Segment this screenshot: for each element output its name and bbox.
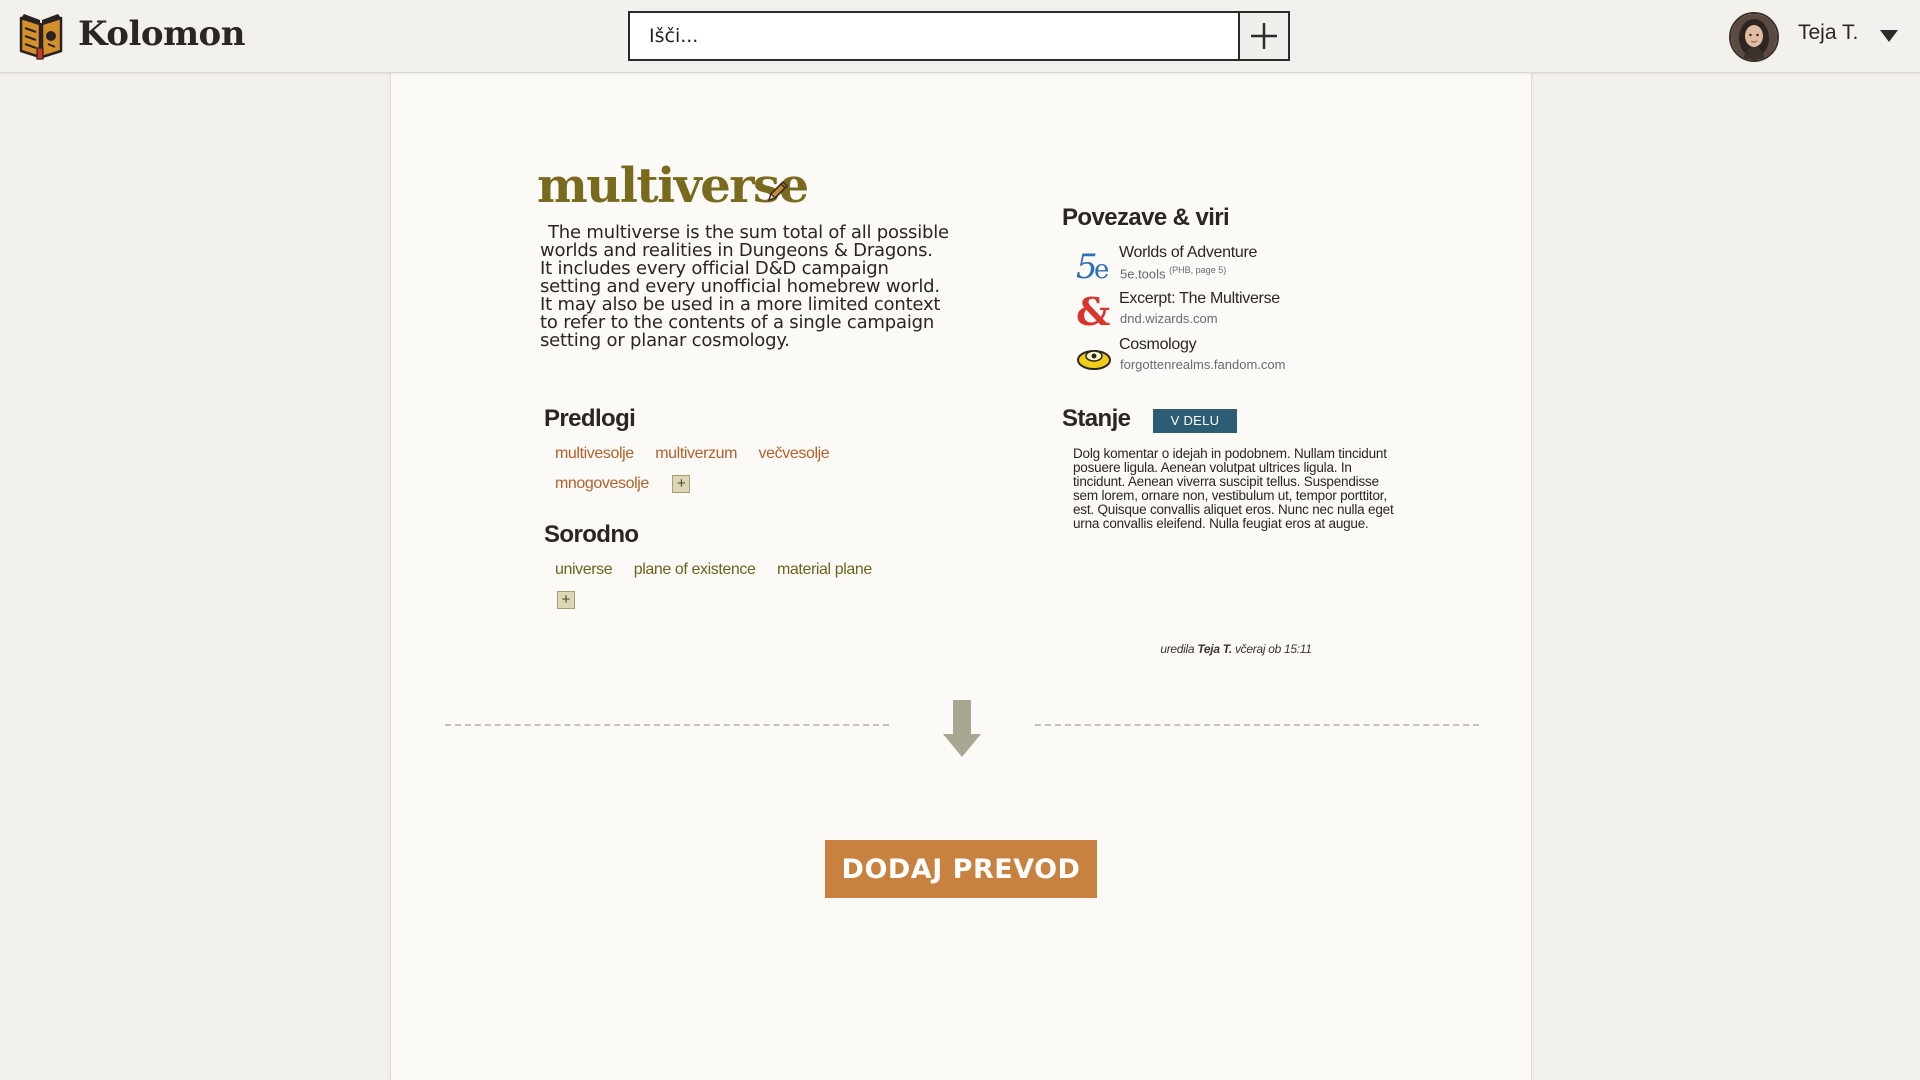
plus-icon xyxy=(1251,23,1277,49)
svg-text:e: e xyxy=(1094,255,1109,284)
add-suggestion-button[interactable]: + xyxy=(672,475,691,493)
ampersand-dnd-icon: & xyxy=(1076,292,1110,330)
arrow-down-icon xyxy=(943,700,981,757)
related-chip[interactable]: material plane xyxy=(777,561,872,579)
link-source: 5e.tools (PHB, page 5) xyxy=(1120,265,1226,281)
suggestions-title: Predlogi xyxy=(544,405,636,432)
app-logo-text[interactable]: Kolomon xyxy=(78,14,245,54)
suggestion-chip[interactable]: multiverzum xyxy=(655,445,737,463)
search-bar xyxy=(628,11,1290,61)
suggestion-chip[interactable]: večvesolje xyxy=(759,445,830,463)
link-source-text: 5e.tools xyxy=(1120,266,1166,282)
related-list: universe plane of existence material pla… xyxy=(555,561,915,609)
term-card: multiverse The multiverse is the sum tot… xyxy=(390,72,1532,1080)
link-item[interactable]: & Excerpt: The Multiverse dnd.wizards.co… xyxy=(1074,290,1394,336)
search-input[interactable] xyxy=(630,13,1244,59)
divider-right xyxy=(1035,724,1479,726)
suggestion-chip[interactable]: mnogovesolje xyxy=(555,475,649,493)
links-title: Povezave & viri xyxy=(1062,204,1230,231)
link-note: (PHB, page 5) xyxy=(1169,265,1227,275)
term-description: The multiverse is the sum total of all p… xyxy=(540,222,949,351)
related-chip[interactable]: universe xyxy=(555,561,613,579)
add-related-button[interactable]: + xyxy=(557,591,575,609)
user-name[interactable]: Teja T. xyxy=(1798,21,1858,45)
link-title: Excerpt: The Multiverse xyxy=(1119,290,1280,307)
link-title: Worlds of Adventure xyxy=(1119,244,1258,261)
pencil-edit-icon[interactable] xyxy=(765,178,791,204)
add-term-button[interactable] xyxy=(1238,13,1288,59)
svg-text:&: & xyxy=(1076,292,1110,330)
fandom-eye-icon xyxy=(1077,350,1111,370)
status-badge[interactable]: V DELU xyxy=(1153,409,1237,433)
book-logo-icon[interactable] xyxy=(18,10,64,60)
link-item[interactable]: Cosmology forgottenrealms.fandom.com xyxy=(1074,336,1394,382)
link-source: forgottenrealms.fandom.com xyxy=(1120,357,1286,372)
suggestion-chip[interactable]: multivesolje xyxy=(555,445,634,463)
link-item[interactable]: 5 e Worlds of Adventure 5e.tools (PHB, p… xyxy=(1074,244,1394,290)
avatar-icon xyxy=(1731,14,1777,60)
edited-prefix: uredila xyxy=(1160,642,1195,656)
edited-info: uredila Teja T. včeraj ob 15:11 xyxy=(1071,642,1401,656)
status-comment: Dolg komentar o idejah in podobnem. Null… xyxy=(1073,446,1394,531)
links-list: 5 e Worlds of Adventure 5e.tools (PHB, p… xyxy=(1074,244,1394,382)
top-bar: Kolomon Teja T. xyxy=(0,0,1920,73)
related-chip[interactable]: plane of existence xyxy=(634,561,756,579)
related-title: Sorodno xyxy=(544,521,639,548)
edited-time: včeraj ob 15:11 xyxy=(1234,642,1312,656)
link-source: dnd.wizards.com xyxy=(1120,311,1218,326)
divider-left xyxy=(445,724,889,726)
edited-user[interactable]: Teja T. xyxy=(1197,642,1232,656)
link-title: Cosmology xyxy=(1119,336,1197,353)
suggestions-list: multivesolje multiverzum večvesolje mnog… xyxy=(555,445,915,505)
5e-logo-icon: 5 e xyxy=(1076,247,1109,284)
add-translation-button[interactable]: DODAJ PREVOD xyxy=(825,840,1097,898)
user-avatar[interactable] xyxy=(1729,12,1779,62)
status-title: Stanje xyxy=(1062,405,1131,432)
chevron-down-icon[interactable] xyxy=(1880,30,1898,42)
